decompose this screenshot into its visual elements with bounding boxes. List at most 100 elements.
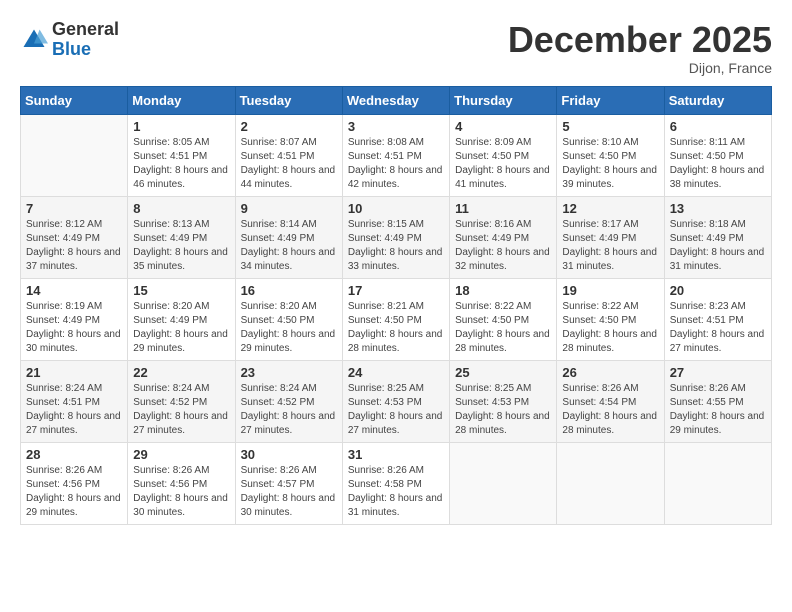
column-header-sunday: Sunday [21, 86, 128, 114]
logo-blue: Blue [52, 40, 119, 60]
day-info: Sunrise: 8:24 AMSunset: 4:52 PMDaylight:… [133, 382, 229, 438]
calendar-cell: 11Sunrise: 8:16 AMSunset: 4:49 PMDayligh… [450, 196, 557, 278]
day-number: 19 [562, 283, 658, 298]
calendar-cell: 19 Sunrise: 8:22 AMSunset: 4:50 PMDayligh… [557, 278, 664, 360]
day-number: 28 [26, 447, 122, 462]
day-info: Sunrise: 8:11 AMSunset: 4:50 PMDaylight:… [670, 136, 766, 192]
calendar-cell: 10 Sunrise: 8:15 AMSunset: 4:49 PMDayligh… [342, 196, 449, 278]
day-number: 21 [26, 365, 122, 380]
calendar-cell: 20 Sunrise: 8:23 AMSunset: 4:51 PMDayligh… [664, 278, 771, 360]
day-info: Sunrise: 8:24 AMSunset: 4:51 PMDaylight:… [26, 382, 122, 438]
calendar-cell: 24 Sunrise: 8:25 AMSunset: 4:53 PMDayligh… [342, 360, 449, 442]
calendar-cell: 23Sunrise: 8:24 AMSunset: 4:52 PMDayligh… [235, 360, 342, 442]
calendar-cell: 4 Sunrise: 8:09 AMSunset: 4:50 PMDaylight… [450, 114, 557, 196]
day-number: 7 [26, 201, 122, 216]
day-number: 4 [455, 119, 551, 134]
day-number: 2 [241, 119, 337, 134]
day-number: 29 [133, 447, 229, 462]
day-info: Sunrise: 8:13 AMSunset: 4:49 PMDaylight:… [133, 218, 229, 274]
day-info: Sunrise: 8:20 AMSunset: 4:49 PMDaylight:… [133, 300, 229, 356]
calendar-cell: 15 Sunrise: 8:20 AMSunset: 4:49 PMDayligh… [128, 278, 235, 360]
day-info: Sunrise: 8:09 AMSunset: 4:50 PMDaylight:… [455, 136, 551, 192]
day-info: Sunrise: 8:14 AMSunset: 4:49 PMDaylight:… [241, 218, 337, 274]
calendar-cell: 13 Sunrise: 8:18 AMSunset: 4:49 PMDayligh… [664, 196, 771, 278]
day-number: 31 [348, 447, 444, 462]
day-info: Sunrise: 8:23 AMSunset: 4:51 PMDaylight:… [670, 300, 766, 356]
column-header-monday: Monday [128, 86, 235, 114]
day-number: 15 [133, 283, 229, 298]
calendar-cell: 31Sunrise: 8:26 AMSunset: 4:58 PMDayligh… [342, 442, 449, 524]
day-number: 18 [455, 283, 551, 298]
calendar-cell: 27 Sunrise: 8:26 AMSunset: 4:55 PMDayligh… [664, 360, 771, 442]
calendar-week-row: 7Sunrise: 8:12 AMSunset: 4:49 PMDaylight… [21, 196, 772, 278]
day-number: 12 [562, 201, 658, 216]
day-info: Sunrise: 8:18 AMSunset: 4:49 PMDaylight:… [670, 218, 766, 274]
day-info: Sunrise: 8:15 AMSunset: 4:49 PMDaylight:… [348, 218, 444, 274]
logo-general: General [52, 20, 119, 40]
logo-icon [20, 26, 48, 54]
day-info: Sunrise: 8:26 AMSunset: 4:54 PMDaylight:… [562, 382, 658, 438]
calendar-cell: 25Sunrise: 8:25 AMSunset: 4:53 PMDayligh… [450, 360, 557, 442]
calendar-cell: 3 Sunrise: 8:08 AMSunset: 4:51 PMDaylight… [342, 114, 449, 196]
location: Dijon, France [508, 60, 772, 76]
day-number: 22 [133, 365, 229, 380]
day-info: Sunrise: 8:19 AMSunset: 4:49 PMDaylight:… [26, 300, 122, 356]
day-number: 13 [670, 201, 766, 216]
day-number: 16 [241, 283, 337, 298]
day-number: 23 [241, 365, 337, 380]
column-header-saturday: Saturday [664, 86, 771, 114]
day-info: Sunrise: 8:26 AMSunset: 4:55 PMDaylight:… [670, 382, 766, 438]
day-number: 26 [562, 365, 658, 380]
day-number: 1 [133, 119, 229, 134]
calendar-cell: 28 Sunrise: 8:26 AMSunset: 4:56 PMDayligh… [21, 442, 128, 524]
calendar-week-row: 14 Sunrise: 8:19 AMSunset: 4:49 PMDayligh… [21, 278, 772, 360]
day-info: Sunrise: 8:25 AMSunset: 4:53 PMDaylight:… [348, 382, 444, 438]
calendar-cell [664, 442, 771, 524]
day-number: 3 [348, 119, 444, 134]
day-number: 14 [26, 283, 122, 298]
day-info: Sunrise: 8:26 AMSunset: 4:57 PMDaylight:… [241, 464, 337, 520]
day-info: Sunrise: 8:17 AMSunset: 4:49 PMDaylight:… [562, 218, 658, 274]
calendar-cell: 1 Sunrise: 8:05 AMSunset: 4:51 PMDaylight… [128, 114, 235, 196]
day-info: Sunrise: 8:26 AMSunset: 4:56 PMDaylight:… [133, 464, 229, 520]
calendar-week-row: 28 Sunrise: 8:26 AMSunset: 4:56 PMDayligh… [21, 442, 772, 524]
calendar-cell: 17 Sunrise: 8:21 AMSunset: 4:50 PMDayligh… [342, 278, 449, 360]
day-number: 17 [348, 283, 444, 298]
day-number: 24 [348, 365, 444, 380]
day-info: Sunrise: 8:22 AMSunset: 4:50 PMDaylight:… [455, 300, 551, 356]
day-info: Sunrise: 8:21 AMSunset: 4:50 PMDaylight:… [348, 300, 444, 356]
day-info: Sunrise: 8:05 AMSunset: 4:51 PMDaylight:… [133, 136, 229, 192]
calendar-cell: 18 Sunrise: 8:22 AMSunset: 4:50 PMDayligh… [450, 278, 557, 360]
day-number: 5 [562, 119, 658, 134]
logo-text: General Blue [52, 20, 119, 60]
day-number: 6 [670, 119, 766, 134]
calendar-cell: 6 Sunrise: 8:11 AMSunset: 4:50 PMDaylight… [664, 114, 771, 196]
calendar-cell: 29 Sunrise: 8:26 AMSunset: 4:56 PMDayligh… [128, 442, 235, 524]
calendar-cell [557, 442, 664, 524]
day-number: 25 [455, 365, 551, 380]
calendar-cell [21, 114, 128, 196]
calendar-cell: 2Sunrise: 8:07 AMSunset: 4:51 PMDaylight… [235, 114, 342, 196]
calendar-table: SundayMondayTuesdayWednesdayThursdayFrid… [20, 86, 772, 525]
day-number: 27 [670, 365, 766, 380]
day-info: Sunrise: 8:22 AMSunset: 4:50 PMDaylight:… [562, 300, 658, 356]
day-info: Sunrise: 8:08 AMSunset: 4:51 PMDaylight:… [348, 136, 444, 192]
month-title: December 2025 [508, 20, 772, 60]
calendar-cell: 7Sunrise: 8:12 AMSunset: 4:49 PMDaylight… [21, 196, 128, 278]
logo: General Blue [20, 20, 119, 60]
calendar-header-row: SundayMondayTuesdayWednesdayThursdayFrid… [21, 86, 772, 114]
calendar-cell [450, 442, 557, 524]
calendar-cell: 9Sunrise: 8:14 AMSunset: 4:49 PMDaylight… [235, 196, 342, 278]
calendar-cell: 22 Sunrise: 8:24 AMSunset: 4:52 PMDayligh… [128, 360, 235, 442]
day-info: Sunrise: 8:26 AMSunset: 4:56 PMDaylight:… [26, 464, 122, 520]
day-number: 8 [133, 201, 229, 216]
calendar-cell: 8 Sunrise: 8:13 AMSunset: 4:49 PMDaylight… [128, 196, 235, 278]
column-header-tuesday: Tuesday [235, 86, 342, 114]
calendar-cell: 26 Sunrise: 8:26 AMSunset: 4:54 PMDayligh… [557, 360, 664, 442]
calendar-cell: 14 Sunrise: 8:19 AMSunset: 4:49 PMDayligh… [21, 278, 128, 360]
day-number: 20 [670, 283, 766, 298]
calendar-cell: 16Sunrise: 8:20 AMSunset: 4:50 PMDayligh… [235, 278, 342, 360]
day-number: 30 [241, 447, 337, 462]
calendar-week-row: 1 Sunrise: 8:05 AMSunset: 4:51 PMDaylight… [21, 114, 772, 196]
day-number: 10 [348, 201, 444, 216]
